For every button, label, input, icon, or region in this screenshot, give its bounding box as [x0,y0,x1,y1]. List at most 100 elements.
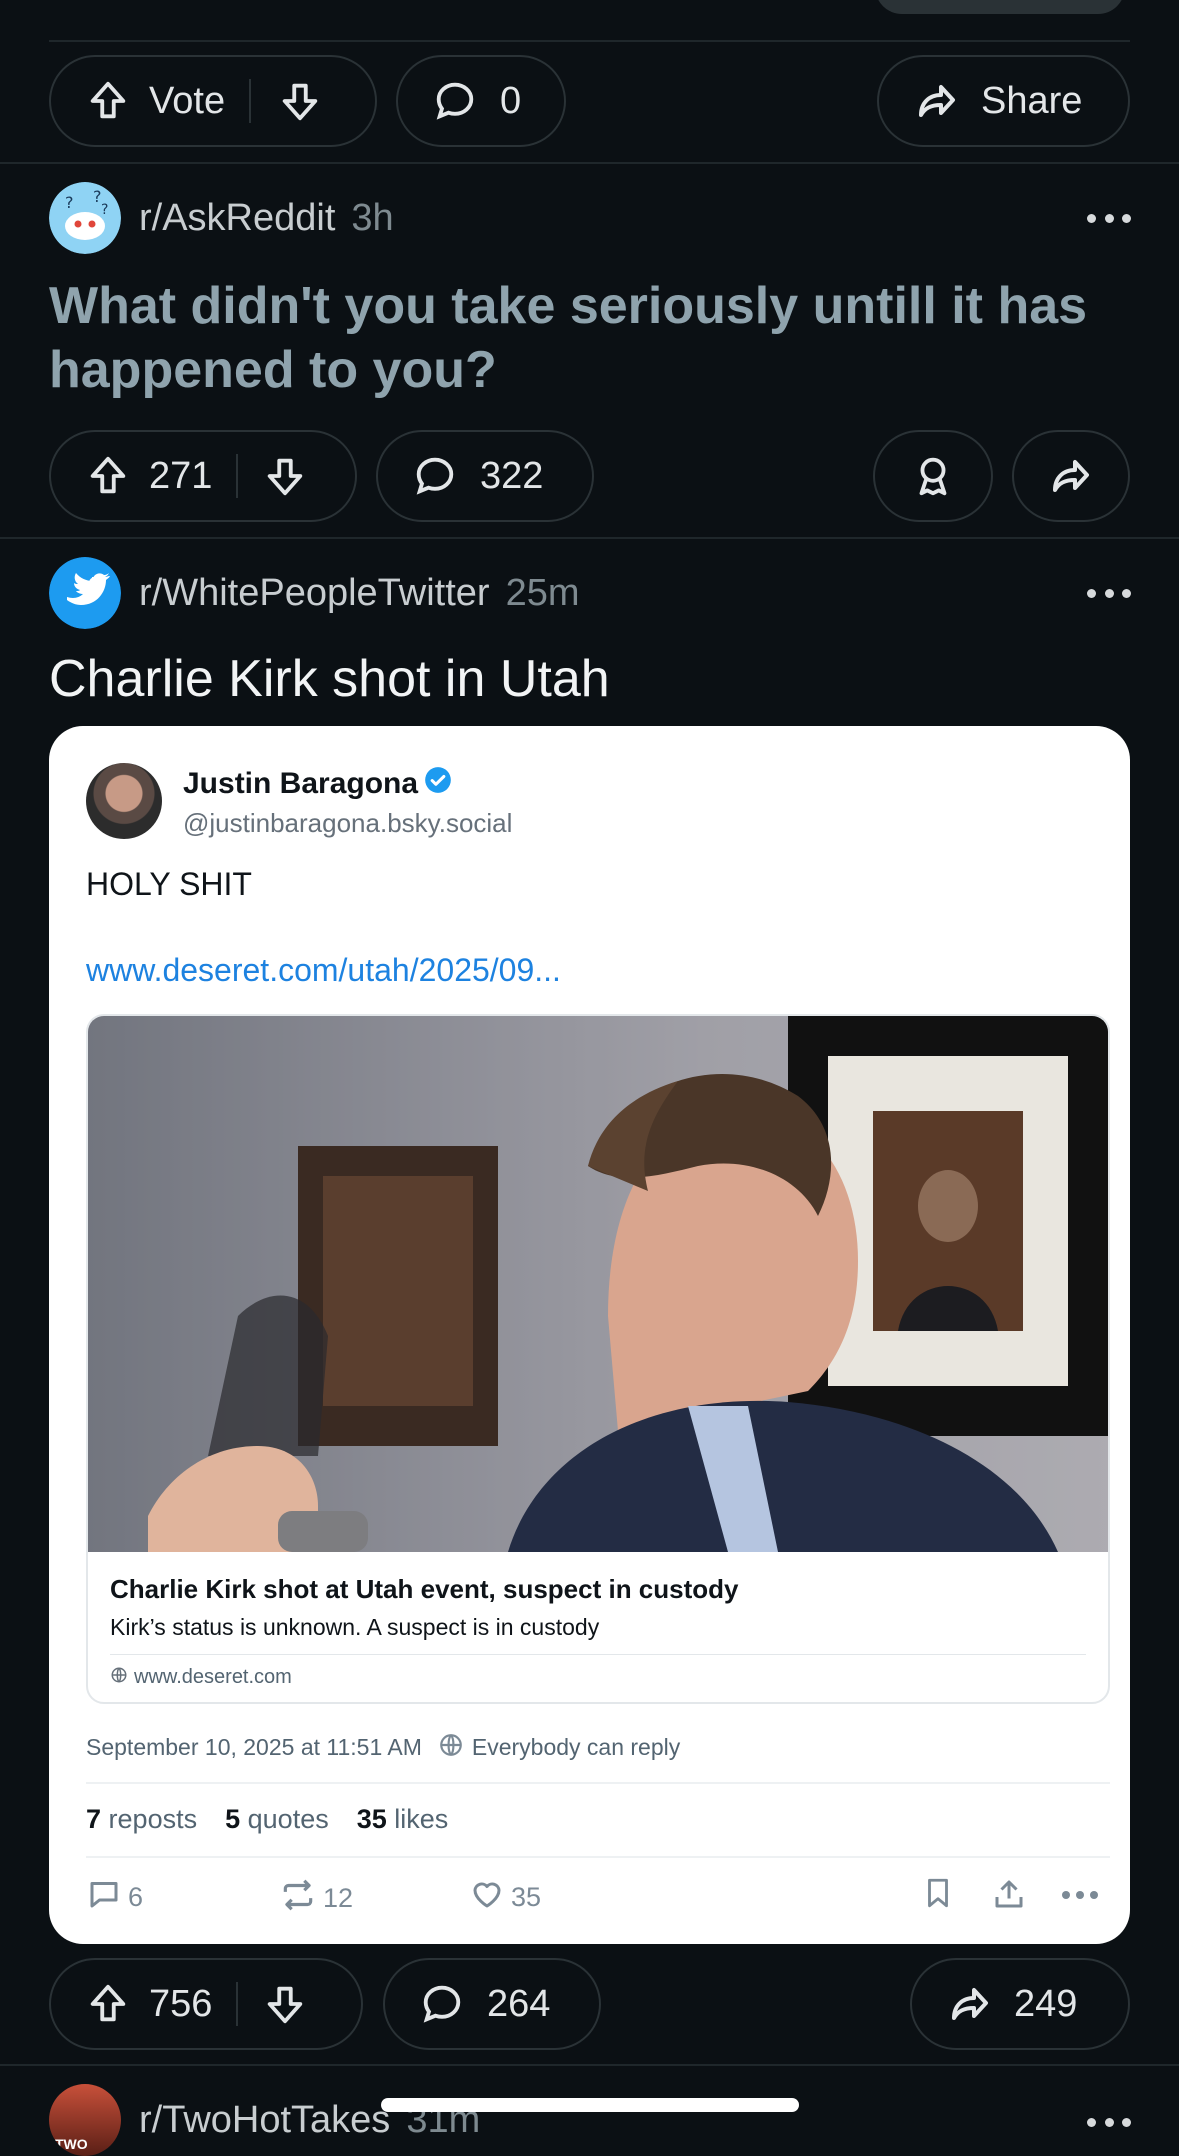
more-options-icon[interactable] [1087,2116,1131,2128]
link-preview-card[interactable]: Charlie Kirk shot at Utah event, suspect… [86,1014,1110,1704]
comment-count: 322 [480,454,544,497]
share-button[interactable] [1012,430,1130,522]
downvote-icon[interactable] [277,78,323,124]
reply-icon [86,1876,122,1919]
subreddit-name[interactable]: r/WhitePeopleTwitter [139,572,490,615]
globe-icon [110,1666,128,1689]
reply-action[interactable]: 6 [86,1876,143,1919]
bookmark-icon [921,1876,955,1917]
vote-count: 756 [149,1982,213,2025]
vote-separator [236,1982,239,2026]
post-link[interactable]: www.deseret.com/utah/2025/09... [86,952,561,989]
engagement-stats: 7 reposts 5 quotes 35 likes [86,1804,448,1835]
upvote-icon[interactable] [85,1981,131,2027]
vote-pill[interactable]: Vote [49,55,377,147]
author-name-row: Justin Baragona [183,766,452,802]
share-button[interactable]: 249 [910,1958,1130,2050]
more-options-icon[interactable] [1087,212,1131,224]
link-domain: www.deseret.com [134,1666,292,1688]
vote-separator [236,454,239,498]
svg-text:?: ? [65,193,74,212]
share-button[interactable]: Share [877,55,1130,147]
subreddit-name[interactable]: r/AskReddit [139,197,335,240]
divider [49,40,1130,42]
reply-setting-icon [438,1732,464,1763]
post-header: r/WhitePeopleTwitter 25m [49,557,580,629]
reposts-stat[interactable]: 7 reposts [86,1804,197,1835]
comment-icon [432,78,478,124]
post-header: ??? r/AskReddit 3h [49,182,394,254]
award-icon [910,453,956,499]
repost-action[interactable]: 12 [279,1876,353,1921]
ellipsis-icon [1061,1876,1099,1907]
subreddit-name[interactable]: r/TwoHotTakes [139,2099,390,2142]
svg-text:?: ? [101,202,108,218]
vote-label: Vote [149,79,226,122]
bookmark-action[interactable] [921,1876,955,1917]
link-preview-image [88,1016,1108,1552]
award-button[interactable] [873,430,993,522]
link-headline: Charlie Kirk shot at Utah event, suspect… [110,1574,739,1604]
author-name[interactable]: Justin Baragona [183,767,418,801]
post-text: HOLY SHIT [86,866,252,902]
downvote-icon[interactable] [262,1981,308,2027]
link-divider [110,1654,1086,1655]
author-avatar[interactable] [86,763,162,839]
divider [0,2064,1179,2066]
upvote-icon[interactable] [85,78,131,124]
comment-icon [419,1981,465,2027]
comments-button[interactable]: 264 [383,1958,601,2050]
comment-icon [412,453,458,499]
post-meta-row: September 10, 2025 at 11:51 AM Everybody… [86,1732,680,1763]
post-time: 3h [351,196,394,239]
repost-count: 12 [323,1883,354,1913]
share-icon [946,1980,994,2028]
comment-count: 264 [487,1982,551,2025]
comment-count: 0 [500,79,522,122]
subreddit-avatar-twohottakes[interactable]: TWO [49,2084,121,2156]
upload-share-icon [991,1876,1027,1919]
like-action[interactable]: 35 [469,1876,541,1919]
link-description: Kirk’s status is unknown. A suspect is i… [110,1614,600,1640]
like-count: 35 [511,1882,542,1912]
share-label: Share [981,79,1083,122]
likes-stat[interactable]: 35 likes [357,1804,449,1835]
divider [0,162,1179,164]
post-title[interactable]: What didn't you take seriously untill it… [49,274,1139,402]
post-header: TWO r/TwoHotTakes 31m [49,2084,480,2156]
heart-icon [469,1876,505,1919]
post-time: 25m [505,571,580,614]
embedded-post-card[interactable]: Justin Baragona @justinbaragona.bsky.soc… [49,726,1130,1944]
share-icon [913,77,961,125]
comments-button[interactable]: 0 [396,55,566,147]
downvote-icon[interactable] [262,453,308,499]
divider [86,1782,1110,1784]
link-domain-row: www.deseret.com [110,1666,292,1689]
share-count: 249 [1014,1982,1078,2025]
previous-post-button[interactable] [875,0,1125,14]
subreddit-avatar-askreddit[interactable]: ??? [49,182,121,254]
vote-pill[interactable]: 271 [49,430,357,522]
divider [0,537,1179,539]
quotes-stat[interactable]: 5 quotes [225,1804,329,1835]
vote-count: 271 [149,454,213,497]
more-options-icon[interactable] [1087,587,1131,599]
verified-icon [424,766,452,802]
divider [86,1856,1110,1858]
home-indicator[interactable] [381,2098,799,2112]
reply-count: 6 [128,1882,144,1912]
reply-setting: Everybody can reply [471,1734,681,1760]
post-timestamp: September 10, 2025 at 11:51 AM [86,1734,422,1760]
subreddit-avatar-whitepeopletwitter[interactable] [49,557,121,629]
repost-icon [279,1876,317,1921]
author-handle[interactable]: @justinbaragona.bsky.social [183,808,512,839]
more-action[interactable] [1061,1876,1099,1907]
post-title[interactable]: Charlie Kirk shot in Utah [49,647,1139,711]
share-icon [1047,452,1095,500]
comments-button[interactable]: 322 [376,430,594,522]
vote-pill[interactable]: 756 [49,1958,363,2050]
upvote-icon[interactable] [85,453,131,499]
share-action[interactable] [991,1876,1027,1919]
avatar-text: TWO [55,2136,88,2152]
vote-separator [249,79,252,123]
